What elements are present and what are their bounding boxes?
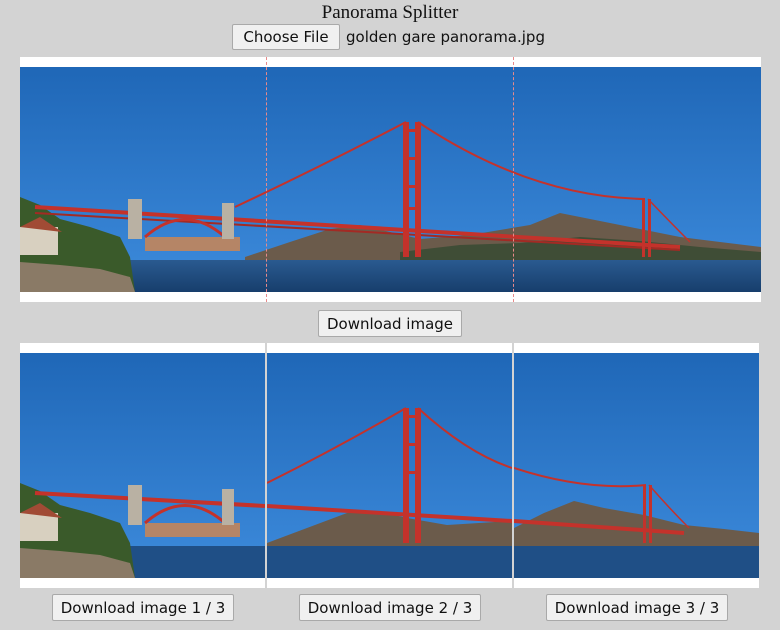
download-part-2-button[interactable]: Download image 2 / 3	[299, 594, 481, 621]
download-part-3-button[interactable]: Download image 3 / 3	[546, 594, 728, 621]
selected-file-name: golden gare panorama.jpg	[346, 28, 545, 46]
download-part-1-button[interactable]: Download image 1 / 3	[52, 594, 234, 621]
split-line-1	[266, 57, 267, 302]
part-2-preview	[267, 343, 512, 588]
panorama-image	[20, 57, 761, 302]
file-input-row: Choose File golden gare panorama.jpg	[232, 24, 545, 50]
part-3-preview	[514, 343, 759, 588]
choose-file-button[interactable]: Choose File	[232, 24, 340, 50]
panorama-preview	[20, 57, 761, 302]
split-line-2	[513, 57, 514, 302]
download-image-button[interactable]: Download image	[318, 310, 462, 337]
split-parts	[20, 343, 761, 588]
page-title: Panorama Splitter	[321, 2, 459, 23]
part-1-preview	[20, 343, 265, 588]
